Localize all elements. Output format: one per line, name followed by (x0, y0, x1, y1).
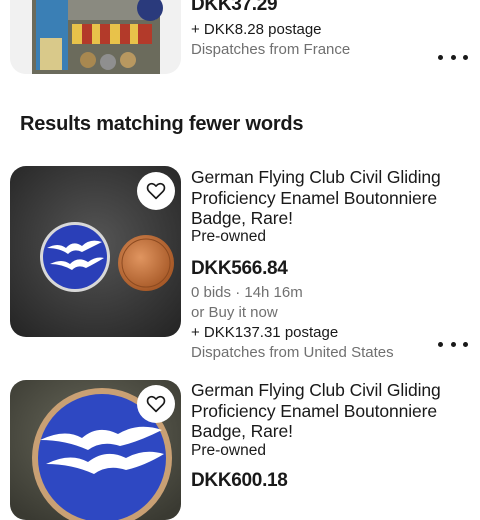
more-dots-icon (438, 54, 443, 60)
heart-outline-icon (146, 182, 166, 200)
section-heading: Results matching fewer words (20, 113, 304, 135)
listing-dispatch-location: Dispatches from United States (191, 344, 394, 361)
listing-image[interactable] (10, 166, 181, 337)
more-options-button[interactable] (438, 337, 468, 351)
more-options-button[interactable] (438, 50, 468, 64)
listing-postage: + DKK8.28 postage (191, 21, 322, 38)
listing-bids-time: 0 bids · 14h 16m (191, 284, 303, 301)
listing-price: DKK600.18 (191, 470, 288, 491)
listing-buy-it-now: or Buy it now (191, 304, 278, 321)
listing-price: DKK566.84 (191, 258, 288, 279)
listing-title[interactable]: German Flying Club Civil Gliding Profici… (191, 167, 471, 229)
listing-price: DKK37.29 (191, 0, 278, 15)
heart-outline-icon (146, 395, 166, 413)
listing-dispatch-location: Dispatches from France (191, 41, 351, 58)
listing-title[interactable]: German Flying Club Civil Gliding Profici… (191, 380, 471, 442)
watch-button[interactable] (137, 385, 175, 423)
listing-postage: + DKK137.31 postage (191, 324, 339, 341)
listing-image[interactable] (10, 380, 181, 520)
watch-button[interactable] (137, 172, 175, 210)
listing-image[interactable] (10, 0, 181, 74)
listing-condition: Pre-owned (191, 442, 266, 459)
more-dots-icon (438, 341, 443, 347)
medal-collection-photo (10, 0, 181, 74)
listing-condition: Pre-owned (191, 228, 266, 245)
